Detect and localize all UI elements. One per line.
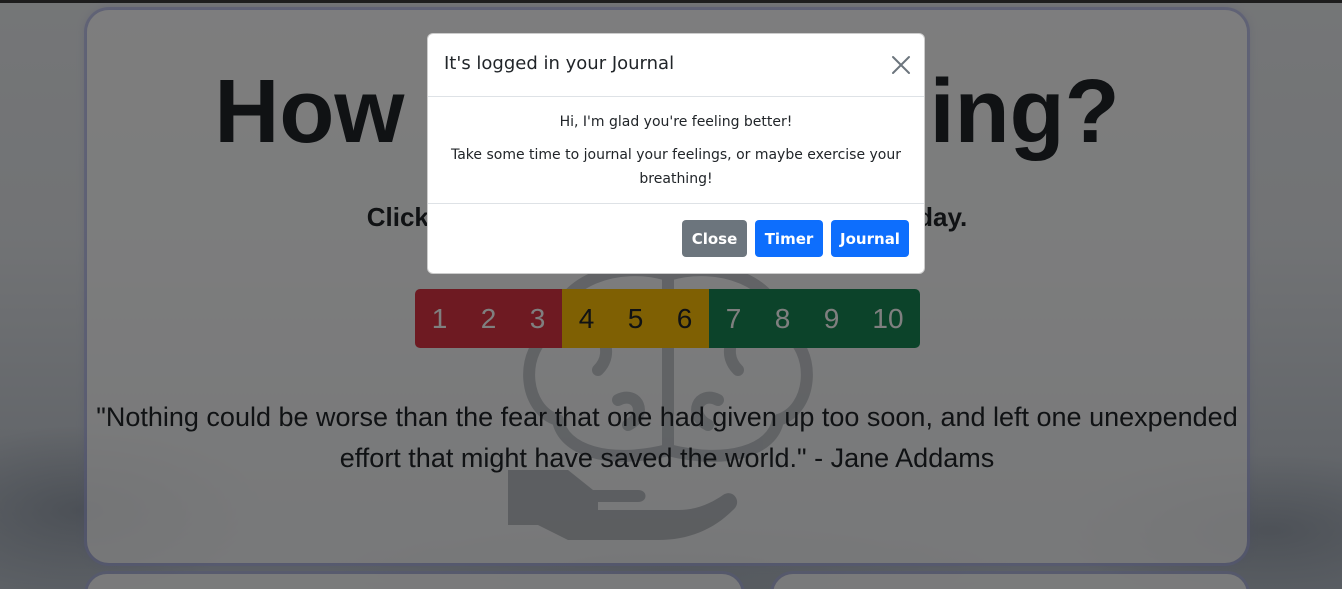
modal-message-greeting: Hi, I'm glad you're feeling better!: [559, 114, 793, 130]
modal-message-suggestion: Take some time to journal your feelings,…: [450, 147, 901, 187]
modal-title: It's logged in your Journal: [444, 53, 675, 74]
modal-header: It's logged in your Journal: [428, 34, 924, 97]
modal-body: Hi, I'm glad you're feeling better! Take…: [428, 97, 924, 204]
journal-button[interactable]: Journal: [831, 220, 909, 257]
close-icon[interactable]: [890, 54, 912, 76]
modal-footer: Close Timer Journal: [428, 204, 924, 273]
close-button[interactable]: Close: [682, 220, 747, 257]
timer-button[interactable]: Timer: [755, 220, 823, 257]
journal-modal: It's logged in your Journal Hi, I'm glad…: [427, 33, 925, 274]
